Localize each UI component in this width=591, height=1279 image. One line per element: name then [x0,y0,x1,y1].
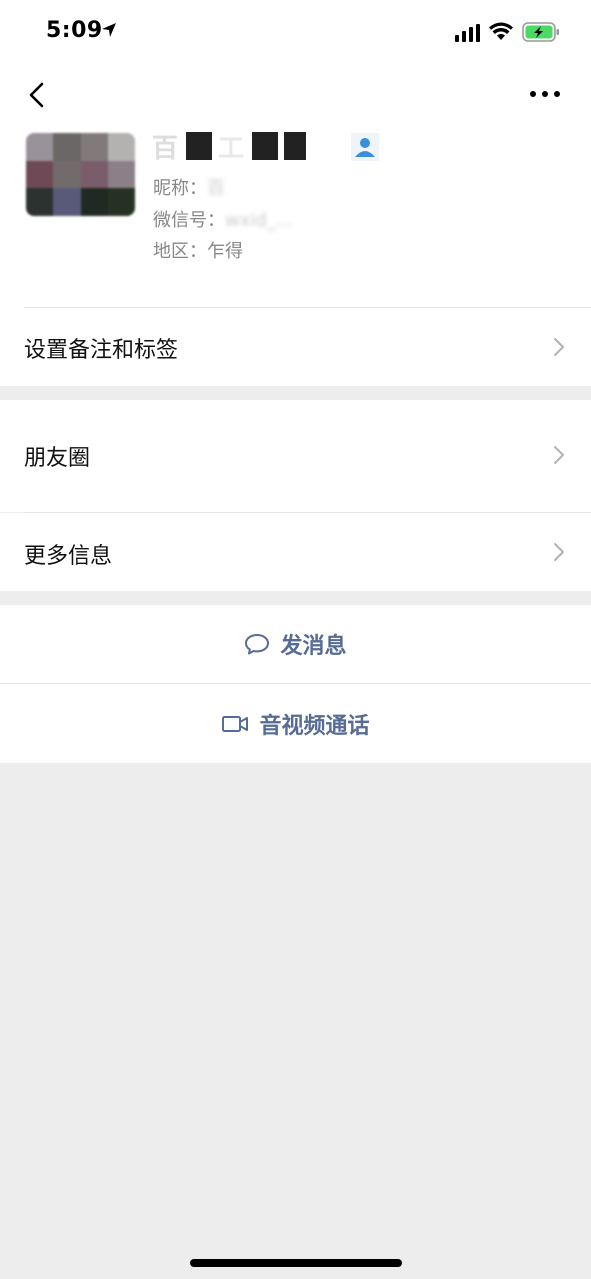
nickname-value: 百 [207,178,225,199]
profile-name-text: 百 [152,133,181,164]
battery-charging-icon [522,22,559,42]
chevron-right-icon [554,338,564,356]
profile-name: 百 工 [152,128,307,164]
wifi-icon [489,22,513,40]
wechat-id-value: wxid_... [225,210,293,231]
home-indicator[interactable] [190,1259,402,1267]
location-arrow-icon [102,23,116,37]
remark-tags-cell[interactable]: 设置备注和标签 [0,308,591,386]
redaction-block [252,132,279,160]
avatar[interactable] [26,133,135,216]
chat-bubble-icon [245,634,270,655]
region-value: 乍得 [207,241,243,262]
status-time: 5:09 [46,18,103,43]
redaction-block [284,132,307,160]
more-info-cell[interactable]: 更多信息 [0,513,591,591]
moments-cell[interactable]: 朋友圈 [0,400,591,512]
region-line: 地区：乍得 [153,237,243,263]
contact-person-icon [351,133,379,161]
region-label: 地区： [153,241,207,262]
remark-tags-label: 设置备注和标签 [24,338,179,363]
moments-label: 朋友圈 [24,446,91,471]
send-message-button[interactable]: 发消息 [0,605,591,683]
wechat-id-line: 微信号：wxid_... [153,206,293,232]
send-message-label: 发消息 [280,634,347,659]
back-button[interactable] [22,78,54,112]
more-options-button[interactable] [528,82,562,106]
more-info-label: 更多信息 [24,544,113,569]
nickname-label: 昵称： [153,178,207,199]
video-call-button[interactable]: 音视频通话 [0,684,591,763]
chevron-right-icon [554,543,564,561]
redaction-block [186,132,213,160]
nickname-line: 昵称：百 [153,174,225,200]
video-camera-icon [222,715,249,732]
status-bar: 5:09 [0,0,591,64]
cellular-signal-icon [455,24,480,42]
chevron-right-icon [554,446,564,464]
video-call-label: 音视频通话 [259,713,370,739]
wechat-id-label: 微信号： [153,210,225,231]
